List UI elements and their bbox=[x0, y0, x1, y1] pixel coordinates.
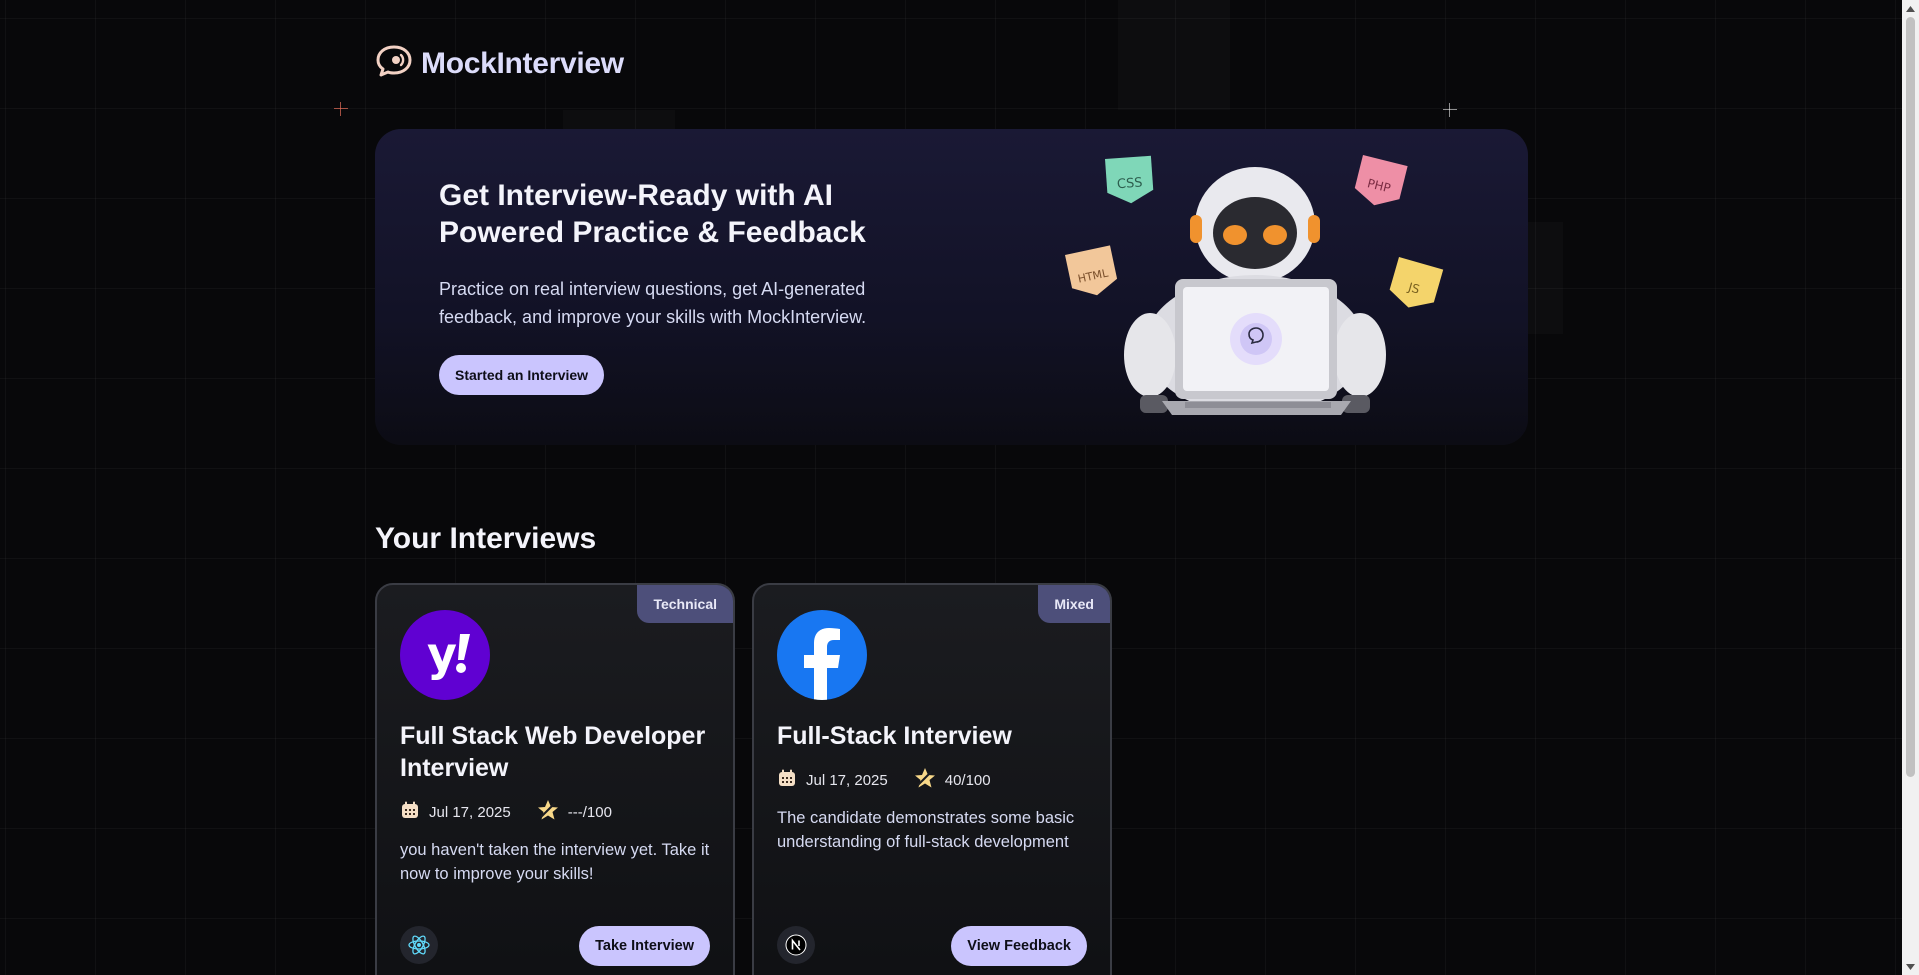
interview-description: The candidate demonstrates some basic un… bbox=[777, 809, 1075, 851]
js-tag: JS bbox=[1389, 257, 1444, 308]
interview-card: Technical y Full Stack Web Developer Int… bbox=[375, 583, 735, 975]
star-icon bbox=[914, 767, 936, 793]
svg-text:y: y bbox=[427, 627, 457, 681]
main-container: MockInterview Get Interview-Ready with A… bbox=[375, 0, 1528, 975]
date-item: Jul 17, 2025 bbox=[400, 800, 511, 824]
interview-type-badge: Technical bbox=[637, 585, 733, 623]
interview-title: Full-Stack Interview bbox=[777, 722, 1012, 750]
svg-text:CSS: CSS bbox=[1117, 175, 1144, 192]
scrollbar-thumb[interactable] bbox=[1906, 17, 1915, 777]
yahoo-logo-icon: y bbox=[400, 610, 490, 700]
hero-title: Get Interview-Ready with AI Powered Prac… bbox=[439, 179, 866, 249]
interview-meta: Jul 17, 2025 40/100 bbox=[777, 767, 991, 793]
date-item: Jul 17, 2025 bbox=[777, 768, 888, 792]
calendar-icon bbox=[777, 768, 797, 792]
start-interview-button[interactable]: Started an Interview bbox=[439, 355, 605, 395]
react-icon[interactable] bbox=[400, 926, 438, 964]
star-icon bbox=[537, 799, 559, 825]
interview-type-badge: Mixed bbox=[1038, 585, 1110, 623]
hero-subtitle: Practice on real interview questions, ge… bbox=[439, 279, 867, 327]
score-item: 40/100 bbox=[914, 767, 991, 793]
css-tag: CSS bbox=[1105, 155, 1154, 204]
interview-date: Jul 17, 2025 bbox=[429, 803, 511, 821]
hero-banner: Get Interview-Ready with AI Powered Prac… bbox=[375, 129, 1528, 445]
robot-illustration: CSS PHP HTML JS bbox=[1055, 145, 1455, 435]
chat-bubble-icon bbox=[375, 44, 413, 83]
interview-meta: Jul 17, 2025 ---/100 bbox=[400, 799, 612, 825]
brand-name: MockInterview bbox=[421, 46, 624, 80]
scroll-down-arrow-icon[interactable] bbox=[1902, 958, 1919, 975]
sparkle-icon bbox=[334, 102, 348, 116]
brand-logo[interactable]: MockInterview bbox=[375, 44, 624, 83]
interview-card: Mixed Full-Stack Interview Jul 17, 2025 … bbox=[752, 583, 1112, 975]
interview-description: you haven't taken the interview yet. Tak… bbox=[400, 841, 710, 883]
facebook-logo-icon bbox=[777, 610, 867, 700]
nextjs-icon[interactable] bbox=[777, 926, 815, 964]
page-scrollbar[interactable] bbox=[1902, 0, 1919, 975]
php-tag: PHP bbox=[1354, 155, 1408, 206]
html-tag: HTML bbox=[1065, 245, 1118, 296]
background-tile bbox=[1528, 222, 1563, 334]
take-interview-button[interactable]: Take Interview bbox=[579, 926, 710, 966]
interview-score: 40/100 bbox=[944, 771, 991, 789]
score-item: ---/100 bbox=[537, 799, 612, 825]
interview-title: Full Stack Web Developer Interview bbox=[400, 722, 706, 782]
view-feedback-button[interactable]: View Feedback bbox=[951, 926, 1087, 966]
scroll-up-arrow-icon[interactable] bbox=[1902, 0, 1919, 17]
interview-date: Jul 17, 2025 bbox=[806, 771, 888, 789]
calendar-icon bbox=[400, 800, 420, 824]
interview-score: ---/100 bbox=[567, 803, 612, 821]
section-title: Your Interviews bbox=[375, 522, 597, 555]
